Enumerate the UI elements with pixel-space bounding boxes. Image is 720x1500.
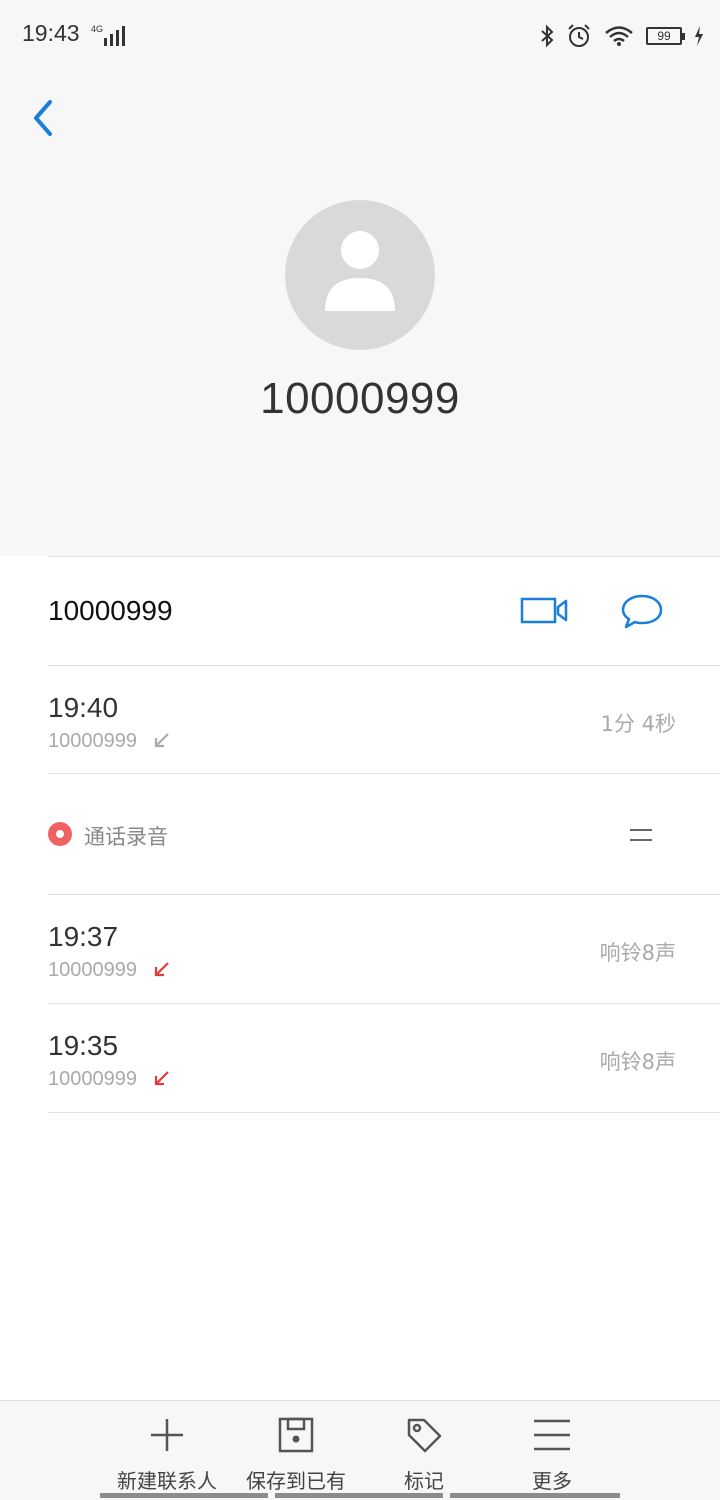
expand-handle-icon[interactable] xyxy=(630,829,652,843)
phone-number: 10000999 xyxy=(48,595,173,626)
call-duration: 1分 4秒 xyxy=(600,712,676,736)
call-log-item[interactable]: 19:37 10000999 响铃8声 xyxy=(0,895,720,1003)
message-icon[interactable] xyxy=(620,592,664,632)
save-to-existing-button[interactable]: 保存到已有 xyxy=(240,1401,352,1500)
call-time: 19:40 xyxy=(48,692,119,723)
call-ring-count: 响铃8声 xyxy=(599,941,676,965)
battery-indicator: 99 xyxy=(646,27,685,45)
recording-label: 通话录音 xyxy=(84,825,168,849)
mark-label: 标记 xyxy=(404,1469,444,1493)
divider xyxy=(48,1112,720,1113)
save-to-existing-label: 保存到已有 xyxy=(246,1469,346,1493)
avatar xyxy=(285,200,435,350)
status-bar: 19:43 4G 99 xyxy=(0,0,720,72)
tag-icon xyxy=(407,1418,442,1453)
status-time: 19:43 xyxy=(22,20,80,46)
charging-icon xyxy=(695,26,703,46)
call-log-item[interactable]: 19:35 10000999 响铃8声 xyxy=(0,1004,720,1112)
person-icon xyxy=(325,231,395,311)
plus-icon xyxy=(151,1419,183,1451)
call-log-item[interactable]: 19:40 10000999 1分 4秒 xyxy=(0,666,720,774)
new-contact-button[interactable]: 新建联系人 xyxy=(102,1401,232,1500)
nav-indicator xyxy=(275,1493,443,1498)
more-label: 更多 xyxy=(532,1469,572,1493)
call-ring-count: 响铃8声 xyxy=(599,1050,676,1074)
incoming-call-icon xyxy=(154,733,169,748)
recording-icon xyxy=(48,822,72,846)
wifi-icon xyxy=(605,26,633,46)
call-recording-row[interactable]: 通话录音 xyxy=(0,774,720,894)
missed-call-icon xyxy=(154,962,169,977)
call-time: 19:35 xyxy=(48,1030,119,1061)
contact-name: 10000999 xyxy=(260,374,460,423)
video-call-icon[interactable] xyxy=(518,595,570,627)
signal-icon xyxy=(104,26,125,46)
back-arrow-icon[interactable] xyxy=(26,98,62,138)
call-number: 10000999 xyxy=(48,730,137,752)
nav-indicator xyxy=(450,1493,620,1498)
save-icon xyxy=(278,1417,314,1453)
alarm-icon xyxy=(568,24,590,47)
mark-button[interactable]: 标记 xyxy=(380,1401,468,1500)
new-contact-label: 新建联系人 xyxy=(117,1469,217,1493)
call-time: 19:37 xyxy=(48,921,119,952)
call-number: 10000999 xyxy=(48,1068,137,1090)
phone-number-row[interactable]: 10000999 xyxy=(0,557,720,665)
bottom-action-bar: 新建联系人 保存到已有 标记 更多 xyxy=(0,1400,720,1500)
nav-indicator xyxy=(100,1493,268,1498)
call-number: 10000999 xyxy=(48,959,137,981)
missed-call-icon xyxy=(154,1071,169,1086)
more-button[interactable]: 更多 xyxy=(508,1401,596,1500)
network-type: 4G xyxy=(91,24,104,34)
contact-header: 10000999 xyxy=(0,72,720,556)
bluetooth-icon xyxy=(541,24,554,48)
menu-icon xyxy=(534,1419,570,1451)
